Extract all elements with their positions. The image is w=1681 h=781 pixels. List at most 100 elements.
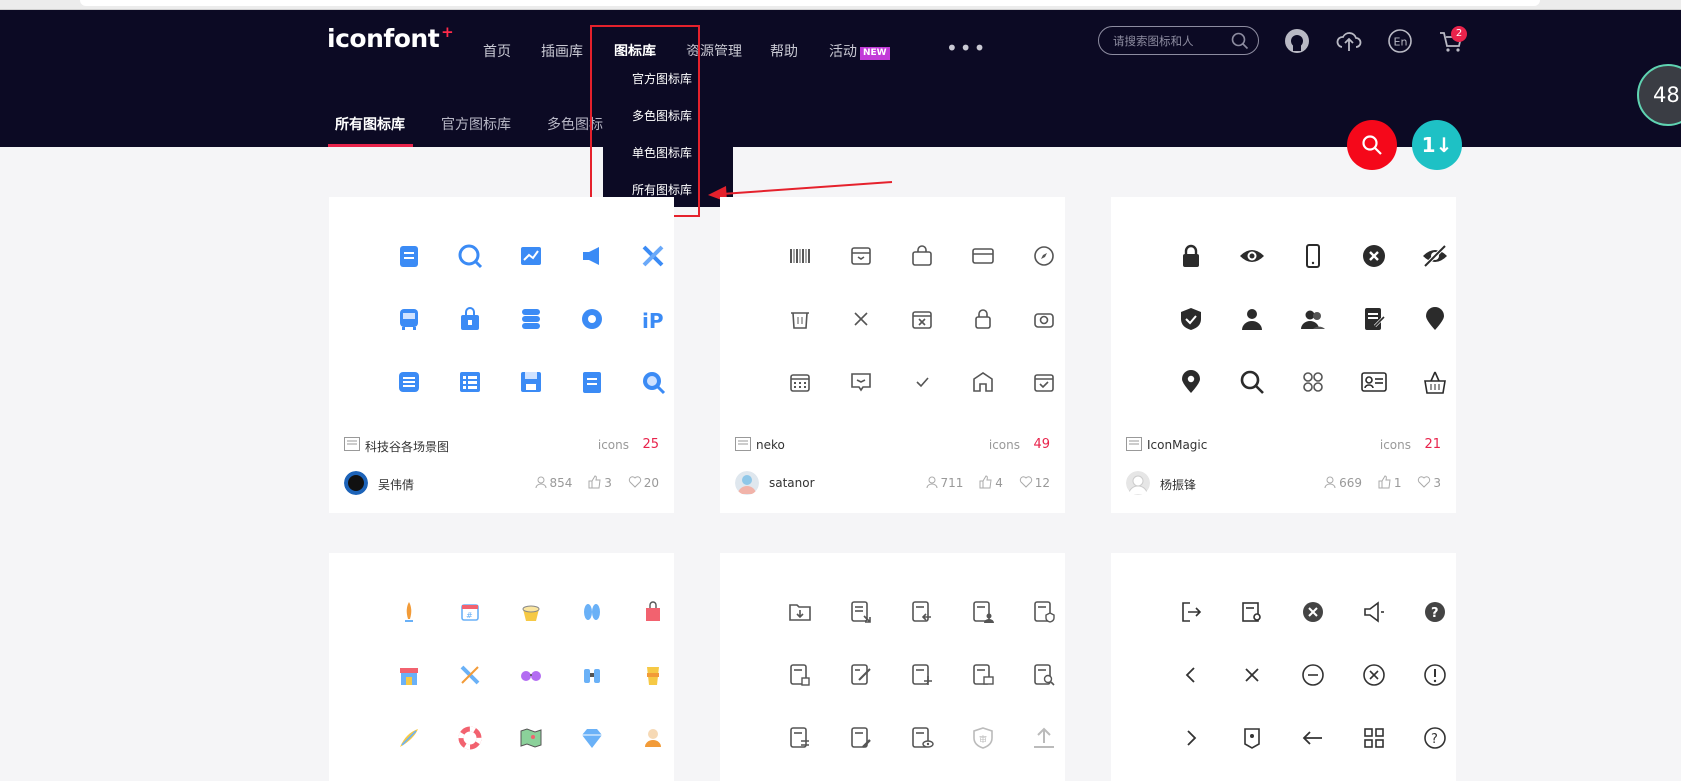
mobile-icon[interactable] — [1300, 243, 1326, 269]
library-name[interactable]: 科技谷各场景图 — [365, 438, 449, 455]
language-en-icon[interactable]: En — [1386, 27, 1414, 55]
sunglasses-icon[interactable] — [518, 662, 544, 688]
lock-icon[interactable] — [970, 306, 996, 332]
help-circle-icon[interactable]: ? — [1422, 599, 1448, 625]
close-circle-outline-icon[interactable] — [1361, 662, 1387, 688]
list-icon[interactable] — [396, 369, 422, 395]
doc-attach-icon[interactable] — [848, 725, 874, 751]
search-scan-icon[interactable] — [457, 243, 483, 269]
shopping-bag-icon[interactable] — [909, 243, 935, 269]
document-icon[interactable] — [579, 369, 605, 395]
doc-user-icon[interactable] — [970, 599, 996, 625]
alert-circle-icon[interactable] — [1422, 662, 1448, 688]
grid-icon[interactable] — [1361, 725, 1387, 751]
subnav-official-libraries[interactable]: 官方图标库 — [441, 114, 511, 134]
shield-check-icon[interactable] — [1178, 306, 1204, 332]
floating-sort-button[interactable]: 1↓ — [1412, 120, 1462, 170]
address-bar[interactable] — [80, 0, 1540, 6]
github-icon[interactable] — [1283, 27, 1311, 55]
compass-icon[interactable] — [1031, 243, 1057, 269]
credit-card-icon[interactable] — [970, 243, 996, 269]
doc-add-icon[interactable] — [909, 662, 935, 688]
heart-icon[interactable] — [628, 475, 642, 489]
map-icon[interactable] — [518, 725, 544, 751]
lock-icon[interactable] — [1178, 243, 1204, 269]
doc-view-icon[interactable] — [909, 725, 935, 751]
surf-tools-icon[interactable] — [457, 662, 483, 688]
checklist-icon[interactable] — [457, 369, 483, 395]
ip-icon[interactable]: iP — [640, 306, 666, 332]
user-name[interactable]: satanor — [769, 476, 815, 490]
check-icon[interactable] — [909, 369, 935, 395]
archive-box-icon[interactable] — [848, 243, 874, 269]
heart-icon[interactable] — [1019, 475, 1033, 489]
help-circle-outline-icon[interactable]: ? — [1422, 725, 1448, 751]
drink-cup-icon[interactable] — [640, 662, 666, 688]
avatar[interactable] — [1126, 471, 1150, 495]
edit-document-icon[interactable] — [1361, 306, 1387, 332]
chevron-right-icon[interactable] — [1178, 725, 1204, 751]
thumbs-up-icon[interactable] — [979, 475, 993, 489]
database-icon[interactable] — [518, 306, 544, 332]
library-name[interactable]: IconMagic — [1147, 438, 1207, 452]
close-icon[interactable] — [848, 306, 874, 332]
library-card[interactable]: IconMagic icons 21 杨振锋 669 1 3 — [1111, 197, 1456, 513]
close-circle-icon[interactable] — [1361, 243, 1387, 269]
logout-icon[interactable] — [1178, 599, 1204, 625]
diamond-icon[interactable] — [579, 725, 605, 751]
doc-edit-icon[interactable] — [848, 662, 874, 688]
library-card[interactable]: # — [329, 553, 674, 781]
doc-settings-icon[interactable] — [1239, 599, 1265, 625]
lifebuoy-icon[interactable] — [457, 725, 483, 751]
doc-export-icon[interactable] — [848, 599, 874, 625]
lock-bag-icon[interactable] — [457, 306, 483, 332]
magnifier-icon[interactable] — [640, 369, 666, 395]
binoculars-icon[interactable] — [579, 662, 605, 688]
upload-cloud-icon[interactable] — [1335, 27, 1363, 55]
chef-icon[interactable] — [640, 725, 666, 751]
doc-return-icon[interactable] — [909, 599, 935, 625]
iconfont-logo[interactable]: iconfont + — [327, 23, 454, 53]
collect-icon[interactable] — [534, 475, 548, 489]
eye-icon[interactable] — [1239, 243, 1265, 269]
calendar-close-icon[interactable] — [909, 306, 935, 332]
flip-flops-icon[interactable] — [579, 599, 605, 625]
more-menu-icon[interactable]: ••• — [946, 36, 987, 60]
library-name[interactable]: neko — [756, 438, 785, 452]
nav-help[interactable]: 帮助 — [770, 41, 798, 61]
save-icon[interactable] — [518, 369, 544, 395]
avatar[interactable] — [735, 471, 759, 495]
id-card-icon[interactable] — [1361, 369, 1387, 395]
calendar-grid-icon[interactable] — [787, 369, 813, 395]
arrow-left-icon[interactable] — [1300, 725, 1326, 751]
tag-shield-icon[interactable] — [1239, 725, 1265, 751]
library-card[interactable]: 审 — [720, 553, 1065, 781]
heart-icon[interactable] — [1417, 475, 1431, 489]
camera-icon[interactable] — [1031, 306, 1057, 332]
megaphone-icon[interactable] — [579, 243, 605, 269]
chevron-left-icon[interactable] — [1178, 662, 1204, 688]
upload-icon[interactable] — [1031, 725, 1057, 751]
close-icon[interactable] — [1239, 662, 1265, 688]
floating-search-button[interactable] — [1347, 120, 1397, 170]
search-icon[interactable] — [1239, 369, 1265, 395]
user-name[interactable]: 杨振锋 — [1160, 476, 1196, 493]
folder-download-icon[interactable] — [787, 599, 813, 625]
minus-circle-icon[interactable] — [1300, 662, 1326, 688]
user-icon[interactable] — [1239, 306, 1265, 332]
subnav-all-libraries[interactable]: 所有图标库 — [335, 114, 405, 134]
shop-icon[interactable] — [396, 662, 422, 688]
collect-icon[interactable] — [925, 475, 939, 489]
doc-trash-icon[interactable] — [787, 662, 813, 688]
search-input[interactable] — [1113, 32, 1228, 49]
clipboard-icon[interactable] — [396, 243, 422, 269]
cup-noodles-icon[interactable] — [518, 599, 544, 625]
close-circle-icon[interactable] — [1300, 599, 1326, 625]
home-icon[interactable] — [970, 369, 996, 395]
chart-icon[interactable] — [518, 243, 544, 269]
calendar-icon[interactable]: # — [457, 599, 483, 625]
avatar[interactable] — [344, 471, 368, 495]
doc-transfer-icon[interactable] — [787, 725, 813, 751]
thumbs-up-icon[interactable] — [1378, 475, 1392, 489]
barcode-icon[interactable] — [787, 243, 813, 269]
